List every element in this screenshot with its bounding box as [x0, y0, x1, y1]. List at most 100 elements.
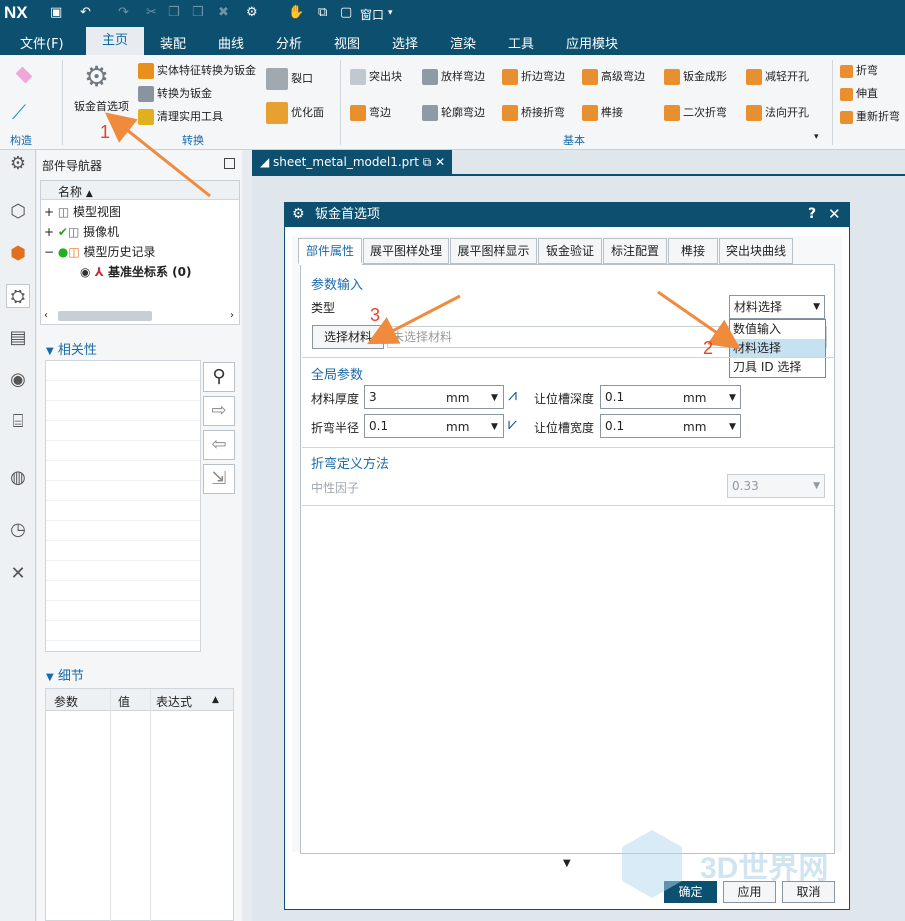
- lighten-hole-button[interactable]: 减轻开孔: [746, 68, 809, 85]
- rip-button[interactable]: 裂口: [266, 68, 313, 90]
- redo-icon[interactable]: ↷: [118, 5, 129, 20]
- tab-flat-pattern-display[interactable]: 展平图样显示: [450, 238, 537, 264]
- flange-button[interactable]: 弯边: [350, 104, 391, 121]
- menu-home[interactable]: 主页: [86, 27, 144, 55]
- expand-icon[interactable]: ⇲: [203, 464, 235, 494]
- window-icon[interactable]: ▢: [340, 5, 352, 20]
- process-studio-icon[interactable]: ✕: [6, 562, 30, 586]
- menu-assembly[interactable]: 装配: [160, 33, 186, 52]
- web-browser-icon[interactable]: ◍: [6, 466, 30, 490]
- dialog-close-icon[interactable]: ✕: [828, 205, 841, 223]
- navigator-maximize-icon[interactable]: [224, 158, 235, 169]
- bend-button[interactable]: 折弯: [840, 62, 878, 78]
- rebend-button[interactable]: 重新折弯: [840, 108, 900, 124]
- select-material-button[interactable]: 选择材料: [312, 325, 384, 349]
- system-material-icon[interactable]: ⌸: [6, 410, 30, 434]
- switch-window-icon[interactable]: ⧉: [318, 5, 327, 20]
- convert-to-sm-button[interactable]: 转换为钣金: [138, 85, 212, 102]
- reuse-library-icon[interactable]: ▤: [6, 326, 30, 350]
- type-select[interactable]: 材料选择 ▼: [729, 295, 825, 319]
- scroll-right-icon[interactable]: ›: [230, 310, 234, 321]
- scroll-left-icon[interactable]: ‹: [44, 310, 48, 321]
- relevance-section[interactable]: ▼ 相关性: [46, 339, 97, 358]
- part-navigator-icon[interactable]: ⛭: [6, 284, 30, 308]
- sheet-metal-pref-button[interactable]: 钣金首选项: [74, 98, 129, 114]
- window-menu[interactable]: 窗口: [360, 6, 384, 23]
- thickness-dropdown-icon[interactable]: ▼: [491, 393, 498, 403]
- relief-width-dropdown-icon[interactable]: ▼: [729, 422, 736, 432]
- detail-sort-icon[interactable]: ▲: [212, 695, 219, 705]
- mortise-button[interactable]: 榫接: [582, 104, 623, 121]
- bridge-bend-button[interactable]: 桥接折弯: [502, 104, 565, 121]
- datum-icon[interactable]: ⟋: [12, 100, 26, 124]
- tab-mortise[interactable]: 榫接: [668, 238, 718, 264]
- tab-feature-button[interactable]: 突出块: [350, 68, 402, 85]
- detail-col-expression[interactable]: 表达式: [156, 693, 192, 710]
- contour-flange-button[interactable]: 轮廓弯边: [422, 104, 485, 121]
- navigator-hscrollbar[interactable]: [58, 311, 152, 321]
- history-icon[interactable]: ◷: [6, 518, 30, 542]
- touch-mode-icon[interactable]: ✋: [288, 5, 304, 20]
- tree-item-model-views[interactable]: + ◫ 模型视图: [44, 203, 121, 220]
- copy-icon[interactable]: ❐: [168, 5, 180, 20]
- relief-depth-dropdown-icon[interactable]: ▼: [729, 393, 736, 403]
- unbend-button[interactable]: 伸直: [840, 85, 878, 101]
- search-icon[interactable]: ⚲: [203, 362, 235, 392]
- detail-col-value[interactable]: 值: [118, 693, 130, 710]
- window-dropdown-icon[interactable]: ▾: [388, 8, 393, 18]
- cleanup-button[interactable]: 清理实用工具: [138, 108, 223, 125]
- option-value-input[interactable]: 数值输入: [730, 320, 825, 339]
- view-icon[interactable]: ◉: [6, 368, 30, 392]
- resource-settings-icon[interactable]: ⚙: [6, 152, 30, 176]
- menu-file[interactable]: 文件(F): [20, 33, 64, 52]
- cut-icon[interactable]: ✂: [146, 5, 157, 20]
- adv-flange-button[interactable]: 高级弯边: [582, 68, 645, 85]
- menu-curve[interactable]: 曲线: [218, 33, 244, 52]
- lofted-flange-button[interactable]: 放样弯边: [422, 68, 485, 85]
- tree-item-model-history[interactable]: − ●◫ 模型历史记录: [44, 243, 156, 260]
- dialog-expand-icon[interactable]: ▼: [563, 858, 571, 869]
- tree-item-datum-csys[interactable]: ◉ ⅄ 基准坐标系 (0): [80, 263, 191, 280]
- paste-icon[interactable]: ❒: [192, 5, 204, 20]
- menu-select[interactable]: 选择: [392, 33, 418, 52]
- menu-analysis[interactable]: 分析: [276, 33, 302, 52]
- assembly-navigator-icon[interactable]: ⬡: [6, 200, 30, 224]
- option-material-select[interactable]: 材料选择: [730, 339, 825, 358]
- sm-forming-button[interactable]: 钣金成形: [664, 68, 727, 85]
- constraint-navigator-icon[interactable]: ⬢: [6, 242, 30, 266]
- jog-button[interactable]: 折边弯边: [502, 68, 565, 85]
- forward-arrow-icon[interactable]: ⇨: [203, 396, 235, 426]
- col-name-header[interactable]: 名称 ▲: [58, 183, 93, 200]
- option-tool-id[interactable]: 刀具 ID 选择: [730, 358, 825, 377]
- tree-item-cameras[interactable]: + ✔◫ 摄像机: [44, 223, 119, 240]
- tab-sm-validation[interactable]: 钣金验证: [538, 238, 602, 264]
- undo-icon[interactable]: ↶: [80, 5, 91, 20]
- sheet-metal-pref-icon[interactable]: ⚙: [84, 60, 109, 93]
- tab-callout-config[interactable]: 标注配置: [603, 238, 667, 264]
- more-dropdown-icon[interactable]: ▾: [814, 132, 819, 142]
- tab-part-properties[interactable]: 部件属性: [298, 238, 362, 264]
- detail-col-param[interactable]: 参数: [54, 693, 78, 710]
- optimize-face-button[interactable]: 优化面: [266, 102, 324, 124]
- delete-icon[interactable]: ✖: [218, 5, 229, 20]
- settings-icon[interactable]: ⚙: [246, 5, 258, 20]
- secondary-bend-button[interactable]: 二次折弯: [664, 104, 727, 121]
- document-tab[interactable]: ◢ sheet_metal_model1.prt ⧉ ✕: [252, 150, 452, 174]
- bend-radius-dropdown-icon[interactable]: ▼: [491, 422, 498, 432]
- help-icon[interactable]: ?: [808, 206, 816, 222]
- relief-depth-input[interactable]: 0.1: [600, 385, 741, 409]
- relief-width-input[interactable]: 0.1: [600, 414, 741, 438]
- back-arrow-icon[interactable]: ⇦: [203, 430, 235, 460]
- menu-app-module[interactable]: 应用模块: [566, 33, 618, 52]
- tab-tab-curve[interactable]: 突出块曲线: [719, 238, 793, 264]
- menu-render[interactable]: 渲染: [450, 33, 476, 52]
- thickness-input[interactable]: 3: [364, 385, 504, 409]
- details-section[interactable]: ▼ 细节: [46, 665, 84, 684]
- menu-tools[interactable]: 工具: [508, 33, 534, 52]
- tab-flat-pattern-treatment[interactable]: 展平图样处理: [363, 238, 449, 264]
- convert-solid-button[interactable]: 实体特征转换为钣金: [138, 62, 256, 79]
- save-icon[interactable]: ▣: [50, 5, 62, 20]
- bend-radius-input[interactable]: 0.1: [364, 414, 504, 438]
- normal-cutout-button[interactable]: 法向开孔: [746, 104, 809, 121]
- menu-view[interactable]: 视图: [334, 33, 360, 52]
